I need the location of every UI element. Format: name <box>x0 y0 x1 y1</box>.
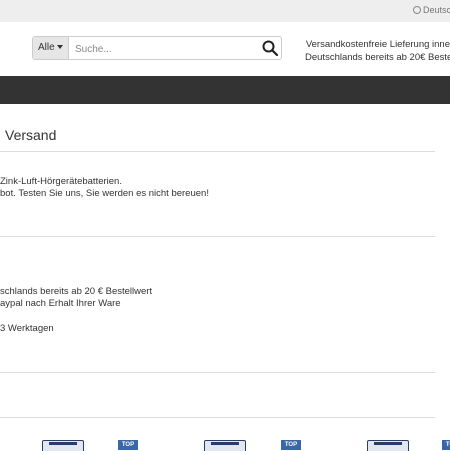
divider <box>0 236 435 237</box>
battery-pack-image <box>42 440 84 451</box>
battery-pack-image <box>367 440 409 451</box>
divider <box>0 417 435 418</box>
page-title: Versand <box>5 127 57 143</box>
product-thumbnail[interactable] <box>204 440 246 451</box>
product-thumbnail[interactable] <box>367 440 409 451</box>
globe-icon <box>413 6 421 14</box>
caret-down-icon <box>56 45 63 49</box>
details-line-3: 3 Werktagen <box>0 323 54 334</box>
promo-line-2: Deutschlands bereits ab 20€ Beste <box>305 52 450 63</box>
divider <box>0 151 435 152</box>
search-icon[interactable] <box>262 40 278 56</box>
top-badge: TOP <box>442 440 450 450</box>
top-badge: TOP <box>118 440 138 450</box>
language-label: Deutsch <box>423 5 450 15</box>
promo-line-1: Versandkostenfreie Lieferung inne <box>305 39 450 50</box>
intro-line-2: bot. Testen Sie uns, Sie werden es nicht… <box>0 188 209 199</box>
language-selector[interactable]: Deutsch <box>413 5 450 15</box>
details-line-2: aypal nach Erhalt Ihrer Ware <box>0 298 121 309</box>
product-thumbnail[interactable] <box>42 440 84 451</box>
search-input[interactable] <box>73 39 247 59</box>
details-line-1: schlands bereits ab 20 € Bestellwert <box>0 286 153 297</box>
category-label: Alle <box>38 42 55 53</box>
main-navbar <box>0 76 450 104</box>
intro-line-1: Zink-Luft-Hörgerätebatterien. <box>0 176 122 187</box>
battery-pack-image <box>204 440 246 451</box>
search-bar: Alle <box>32 36 282 60</box>
category-dropdown[interactable]: Alle <box>33 37 69 59</box>
top-bar: Deutsch <box>0 0 450 22</box>
shipping-promo: Versandkostenfreie Lieferung inne Deutsc… <box>305 38 450 64</box>
divider <box>0 372 435 373</box>
top-badge: TOP <box>281 440 301 450</box>
